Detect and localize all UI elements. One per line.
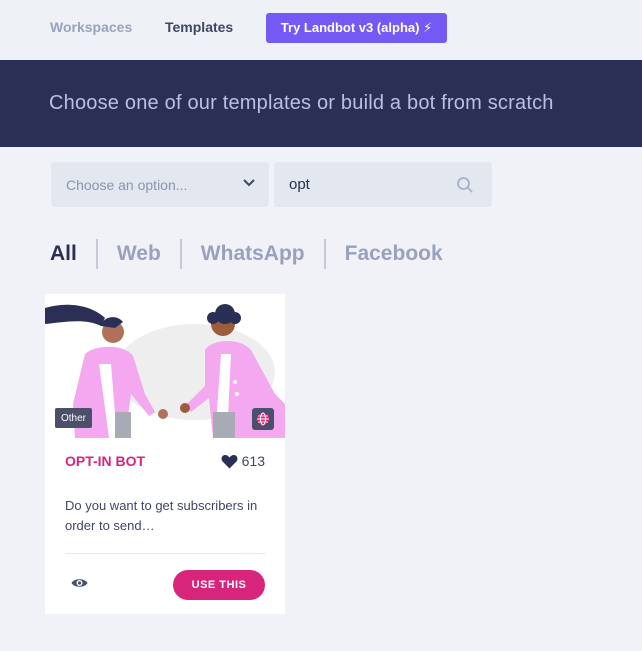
card-divider <box>65 553 265 554</box>
nav-templates-link[interactable]: Templates <box>165 19 233 35</box>
use-this-button[interactable]: USE THIS <box>173 570 265 600</box>
template-description: Do you want to get subscribers in order … <box>65 498 258 533</box>
tab-web[interactable]: Web <box>117 242 161 266</box>
try-landbot-v3-button[interactable]: Try Landbot v3 (alpha) ⚡ <box>266 13 447 43</box>
category-select[interactable]: Choose an option... <box>51 162 269 207</box>
tab-facebook[interactable]: Facebook <box>345 242 443 266</box>
globe-icon <box>252 408 274 430</box>
header-banner: Choose one of our templates or build a b… <box>0 60 642 147</box>
search-input[interactable] <box>274 162 454 207</box>
tab-divider <box>179 239 182 269</box>
tab-divider <box>95 239 98 269</box>
search-box <box>274 162 492 207</box>
search-icon[interactable] <box>456 176 474 194</box>
eye-icon[interactable] <box>71 577 88 589</box>
tab-all[interactable]: All <box>50 242 77 266</box>
category-badge: Other <box>55 408 93 428</box>
chevron-down-icon <box>243 179 255 187</box>
heart-icon <box>221 454 238 468</box>
likes-count[interactable]: 613 <box>221 453 265 469</box>
template-card[interactable]: Other OPT-IN BOT 613 Do you want to get … <box>45 294 285 614</box>
top-navigation: Workspaces Templates Try Landbot v3 (alp… <box>0 0 642 60</box>
tab-divider <box>323 239 326 269</box>
likes-value: 613 <box>241 453 265 469</box>
nav-workspaces-link[interactable]: Workspaces <box>50 19 132 35</box>
template-title: OPT-IN BOT <box>65 453 146 469</box>
tab-whatsapp[interactable]: WhatsApp <box>201 242 305 266</box>
page-title: Choose one of our templates or build a b… <box>49 92 554 114</box>
category-select-placeholder: Choose an option... <box>66 177 188 193</box>
channel-tabs: All Web WhatsApp Facebook <box>50 238 443 270</box>
